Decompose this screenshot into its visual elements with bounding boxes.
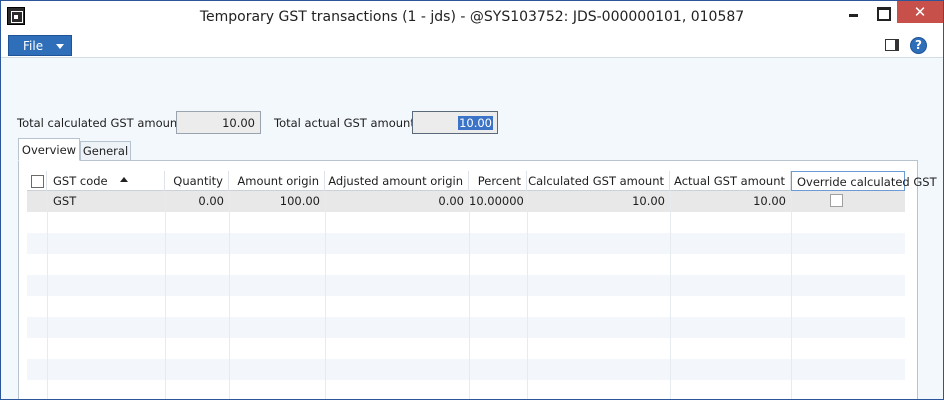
empty-row [27,275,905,296]
cell-amount-origin[interactable]: 100.00 [229,191,325,212]
help-icon[interactable]: ? [910,37,927,54]
column-divider [165,191,166,399]
empty-row [27,212,905,233]
column-divider [670,191,671,399]
column-divider [791,191,792,399]
gst-transactions-window: Temporary GST transactions (1 - jds) - @… [0,0,944,400]
layout-icon[interactable] [885,39,899,51]
file-menu-button[interactable]: File [8,35,72,56]
cell-actual-gst-amount[interactable]: 10.00 [670,191,791,212]
gst-transactions-grid: GST code Quantity Amount origin Adjusted… [27,171,937,399]
total-actual-gst-field[interactable]: 10.00 [412,111,498,134]
empty-row [27,359,905,380]
total-calculated-gst-label: Total calculated GST amount: [17,116,186,130]
empty-row [27,317,905,338]
override-calculated-gst-checkbox[interactable] [830,194,843,207]
empty-row [27,254,905,275]
menu-bar: File ? [1,33,943,58]
window-title: Temporary GST transactions (1 - jds) - @… [199,9,745,25]
cell-quantity[interactable]: 0.00 [165,191,229,212]
file-menu-label: File [23,39,44,53]
col-amount-origin[interactable]: Amount origin [229,171,325,191]
empty-row [27,233,905,254]
grid-header: GST code Quantity Amount origin Adjusted… [27,171,937,191]
total-calculated-gst-field: 10.00 [176,111,261,134]
cell-percent[interactable]: 10.00000 [469,191,527,212]
chevron-down-icon [56,44,64,49]
title-bar: Temporary GST transactions (1 - jds) - @… [1,1,943,33]
empty-row [27,380,905,399]
table-row[interactable]: GST 0.00 100.00 0.00 10.00000 10.00 10.0… [27,191,905,212]
col-actual-gst-amount[interactable]: Actual GST amount [670,171,791,191]
select-all-column [27,171,47,191]
column-divider [229,191,230,399]
close-button[interactable]: ✕ [897,1,943,23]
minimize-button[interactable] [838,1,868,23]
col-calculated-gst-amount[interactable]: Calculated GST amount [527,171,670,191]
col-override-calculated-gst[interactable]: Override calculated GST [791,171,937,191]
tab-overview[interactable]: Overview [18,138,80,161]
column-divider [47,191,48,399]
col-quantity[interactable]: Quantity [165,171,229,191]
sort-ascending-icon [120,177,128,182]
tab-general[interactable]: General [80,141,131,161]
empty-row [27,338,905,359]
col-adjusted-amount-origin[interactable]: Adjusted amount origin [325,171,469,191]
empty-row [27,296,905,317]
cell-adjusted-amount-origin[interactable]: 0.00 [325,191,469,212]
column-divider [527,191,528,399]
select-all-checkbox[interactable] [31,175,44,188]
cell-gst-code[interactable]: GST [47,191,165,212]
total-actual-gst-label: Total actual GST amount: [274,116,419,130]
close-icon: ✕ [913,3,927,21]
cell-calculated-gst-amount[interactable]: 10.00 [527,191,670,212]
total-actual-gst-value: 10.00 [458,116,493,130]
column-divider [325,191,326,399]
maximize-button[interactable] [867,1,897,23]
column-divider [469,191,470,399]
col-gst-code[interactable]: GST code [47,171,165,191]
col-percent[interactable]: Percent [469,171,527,191]
